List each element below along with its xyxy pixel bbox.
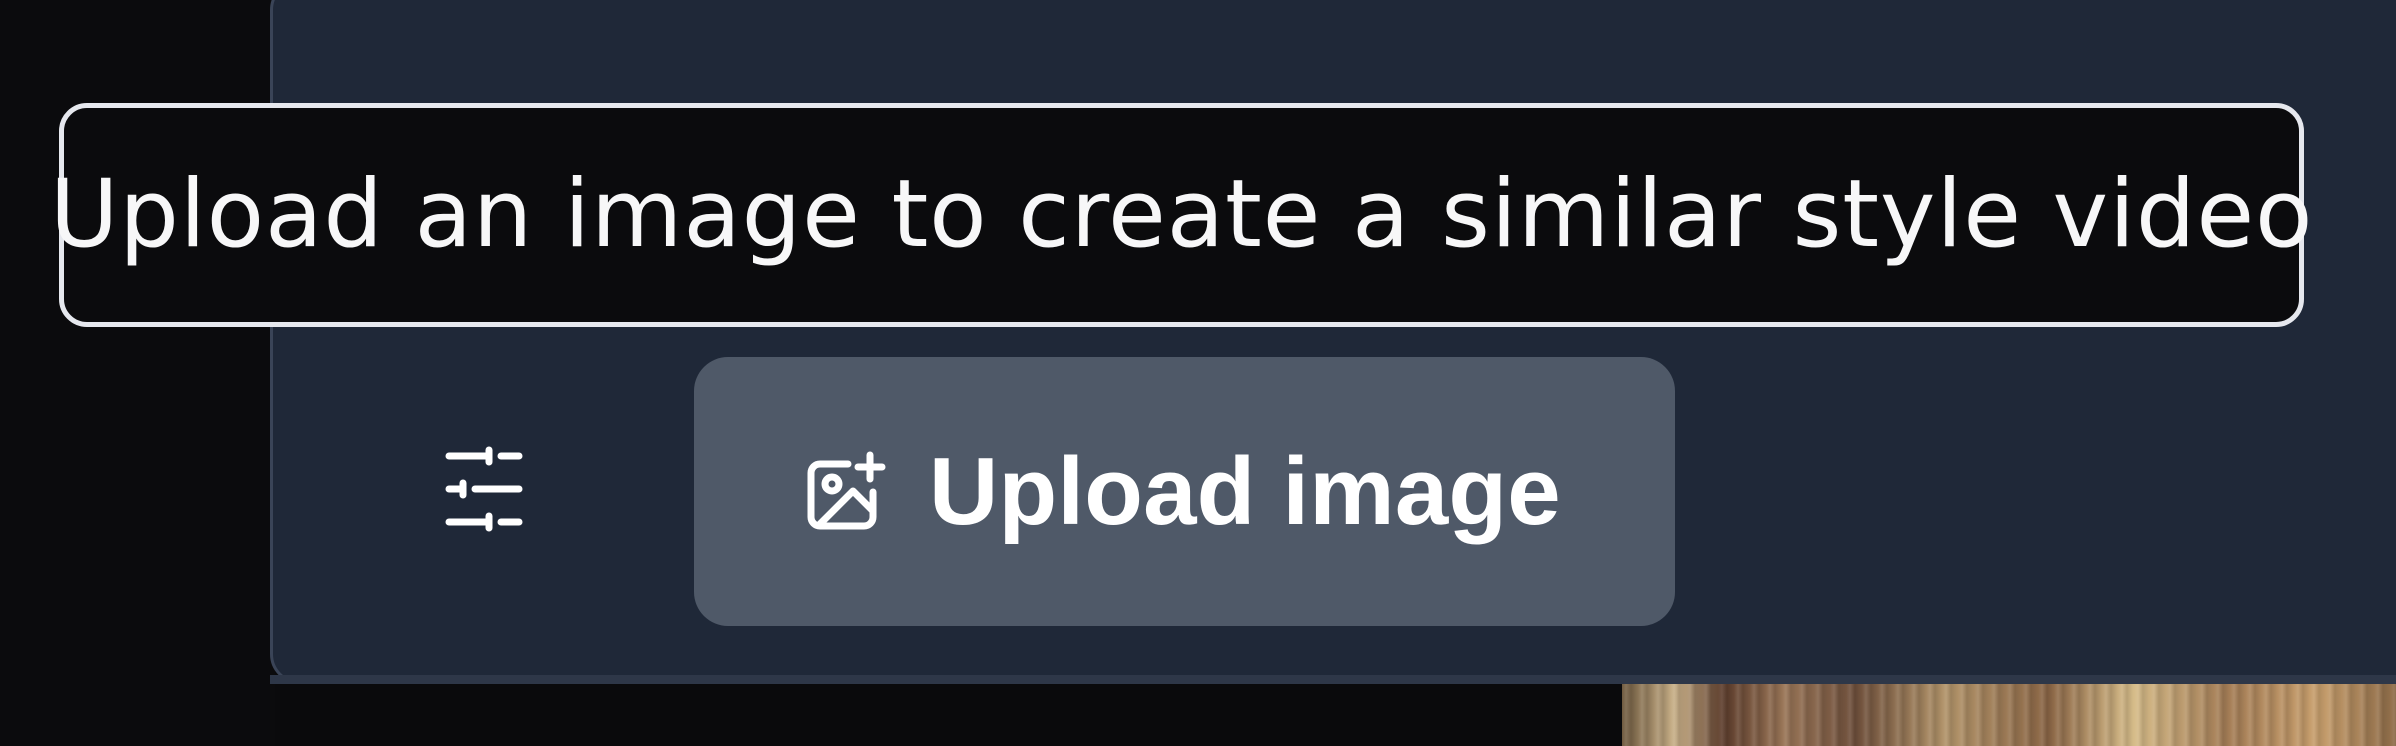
image-plus-icon bbox=[807, 451, 886, 529]
upload-tooltip: Upload an image to create a similar styl… bbox=[50, 103, 2313, 327]
sliders-icon bbox=[445, 446, 523, 532]
upload-image-button[interactable]: Upload image bbox=[694, 357, 1675, 626]
tooltip-text: Upload an image to create a similar styl… bbox=[49, 160, 2314, 269]
screen: Upload an image to create a similar styl… bbox=[0, 0, 2396, 746]
panel-bottom-border bbox=[270, 675, 2396, 684]
upload-image-label: Upload image bbox=[929, 437, 1561, 545]
filters-button[interactable] bbox=[426, 431, 542, 547]
